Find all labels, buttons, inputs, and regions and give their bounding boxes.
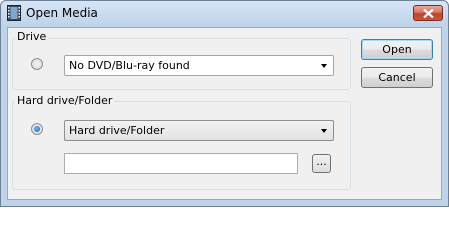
window-title: Open Media xyxy=(26,6,98,20)
film-icon xyxy=(7,5,21,21)
hard-drive-select-value: Hard drive/Folder xyxy=(69,124,165,137)
cancel-button[interactable]: Cancel xyxy=(361,67,433,88)
hard-drive-select[interactable]: Hard drive/Folder xyxy=(64,120,334,141)
title-bar[interactable]: Open Media xyxy=(1,1,448,25)
close-button[interactable] xyxy=(413,5,443,21)
open-media-dialog: Open Media Drive No DVD/Blu-ray found Ha… xyxy=(0,0,449,207)
hard-drive-group-label: Hard drive/Folder xyxy=(15,94,115,107)
chevron-down-icon xyxy=(321,129,327,133)
hard-drive-group xyxy=(12,101,351,190)
hard-drive-radio[interactable] xyxy=(31,123,43,135)
drive-group-label: Drive xyxy=(15,30,49,43)
close-icon xyxy=(423,9,434,18)
browse-button[interactable]: ... xyxy=(312,154,331,173)
folder-path-input[interactable] xyxy=(64,153,298,174)
open-button[interactable]: Open xyxy=(361,39,433,60)
chevron-down-icon xyxy=(321,64,327,68)
drive-radio[interactable] xyxy=(31,58,43,70)
drive-select-value: No DVD/Blu-ray found xyxy=(69,59,190,72)
drive-select[interactable]: No DVD/Blu-ray found xyxy=(64,55,334,76)
dialog-body: Drive No DVD/Blu-ray found Hard drive/Fo… xyxy=(7,27,442,200)
